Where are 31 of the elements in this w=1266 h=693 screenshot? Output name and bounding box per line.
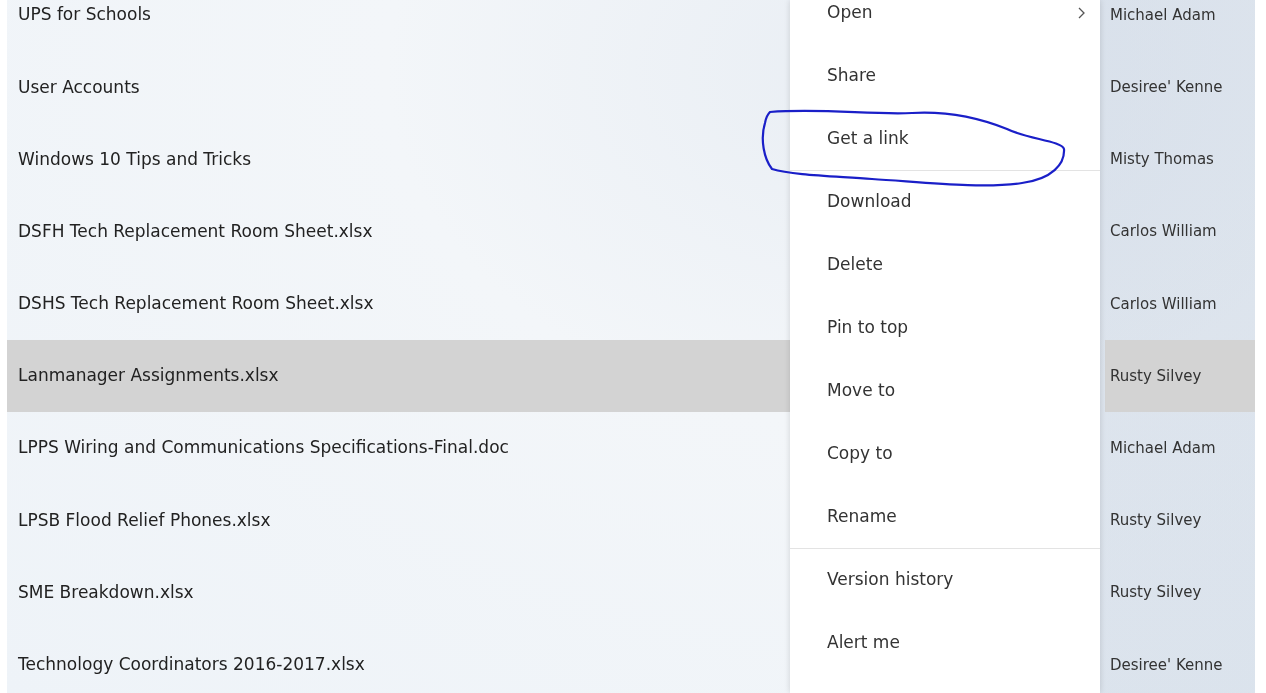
menu-item[interactable]: Delete: [790, 233, 1100, 296]
file-name[interactable]: DSFH Tech Replacement Room Sheet.xlsx: [7, 195, 790, 268]
owner-name: Carlos William: [1109, 293, 1218, 315]
owner-name: Misty Thomas: [1109, 149, 1215, 171]
menu-item[interactable]: Copy to: [790, 422, 1100, 485]
menu-item[interactable]: Share: [790, 44, 1100, 107]
menu-item[interactable]: Rename: [790, 485, 1100, 548]
menu-item[interactable]: Open: [790, 0, 1100, 44]
menu-item[interactable]: Download: [790, 170, 1100, 233]
menu-item[interactable]: Alert me: [790, 611, 1100, 674]
file-name[interactable]: User Accounts: [7, 51, 790, 124]
file-name[interactable]: UPS for Schools: [7, 0, 790, 52]
owner-name: Carlos William: [1109, 221, 1218, 243]
file-name[interactable]: Lanmanager Assignments.xlsx: [7, 339, 790, 413]
file-name[interactable]: SME Breakdown.xlsx: [7, 556, 790, 629]
file-name[interactable]: LPPS Wiring and Communications Specifications-Final.doc: [7, 412, 790, 485]
owner-name: Rusty Silvey: [1109, 582, 1203, 604]
menu-item[interactable]: Version history: [790, 548, 1100, 611]
menu-item[interactable]: Get a link: [790, 107, 1100, 170]
file-name[interactable]: DSHS Tech Replacement Room Sheet.xlsx: [7, 267, 790, 340]
owner-name: Michael Adam: [1109, 4, 1217, 26]
menu-item[interactable]: Move to: [790, 359, 1100, 422]
owner-name: Michael Adam: [1109, 437, 1217, 459]
file-name[interactable]: LPSB Flood Relief Phones.xlsx: [7, 484, 790, 557]
file-name[interactable]: Technology Coordinators 2016-2017.xlsx: [7, 628, 790, 693]
owner-name: Rusty Silvey: [1109, 510, 1203, 532]
owner-name: Desiree' Kenne: [1109, 77, 1224, 99]
file-name[interactable]: Windows 10 Tips and Tricks: [7, 123, 790, 196]
menu-item[interactable]: Pin to top: [790, 296, 1100, 359]
owner-name: Rusty Silvey: [1105, 339, 1255, 413]
owner-name: Desiree' Kenne: [1109, 654, 1224, 676]
